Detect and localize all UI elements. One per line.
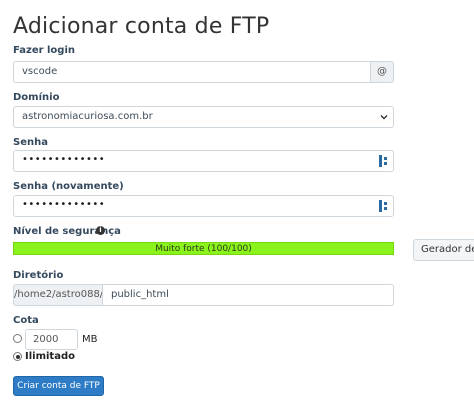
password-key-icon[interactable]	[379, 155, 389, 167]
info-icon[interactable]: i	[96, 226, 105, 235]
directory-label: Diretório	[13, 270, 64, 281]
quota-unit: MB	[82, 334, 98, 345]
at-sign-addon: @	[370, 61, 394, 83]
domain-value: astronomiacuriosa.com.br	[22, 111, 153, 122]
password-label: Senha	[13, 137, 48, 148]
password-value: •••••••••••••	[22, 154, 106, 165]
password-key-icon[interactable]	[379, 200, 389, 212]
quota-value: 2000	[33, 334, 59, 345]
directory-value: public_html	[111, 289, 169, 300]
quota-unlimited-label[interactable]: Ilimitado	[25, 351, 75, 362]
directory-input[interactable]: public_html	[102, 284, 394, 306]
login-label: Fazer login	[13, 45, 76, 56]
quota-input[interactable]: 2000	[25, 329, 78, 350]
password-again-label: Senha (novamente)	[13, 181, 124, 192]
login-value: vscode	[22, 66, 58, 77]
quota-unlimited-radio[interactable]	[13, 352, 22, 361]
login-input[interactable]: vscode	[13, 61, 371, 83]
page-title: Adicionar conta de FTP	[13, 14, 270, 39]
create-ftp-account-button[interactable]: Criar conta de FTP	[13, 376, 104, 396]
quota-label: Cota	[13, 315, 39, 326]
chevron-down-icon	[380, 115, 388, 120]
strength-meter: Muito forte (100/100)	[13, 242, 394, 255]
password-input[interactable]: •••••••••••••	[13, 150, 394, 172]
password-generator-button[interactable]: Gerador de s	[413, 239, 474, 261]
password-again-input[interactable]: •••••••••••••	[13, 195, 394, 217]
domain-label: Domínio	[13, 92, 60, 103]
directory-prefix: /home2/astro088/	[13, 284, 103, 306]
strength-text: Muito forte (100/100)	[155, 244, 252, 254]
quota-limited-radio[interactable]	[13, 334, 22, 343]
password-again-value: •••••••••••••	[22, 199, 106, 210]
domain-select[interactable]: astronomiacuriosa.com.br	[13, 106, 394, 128]
